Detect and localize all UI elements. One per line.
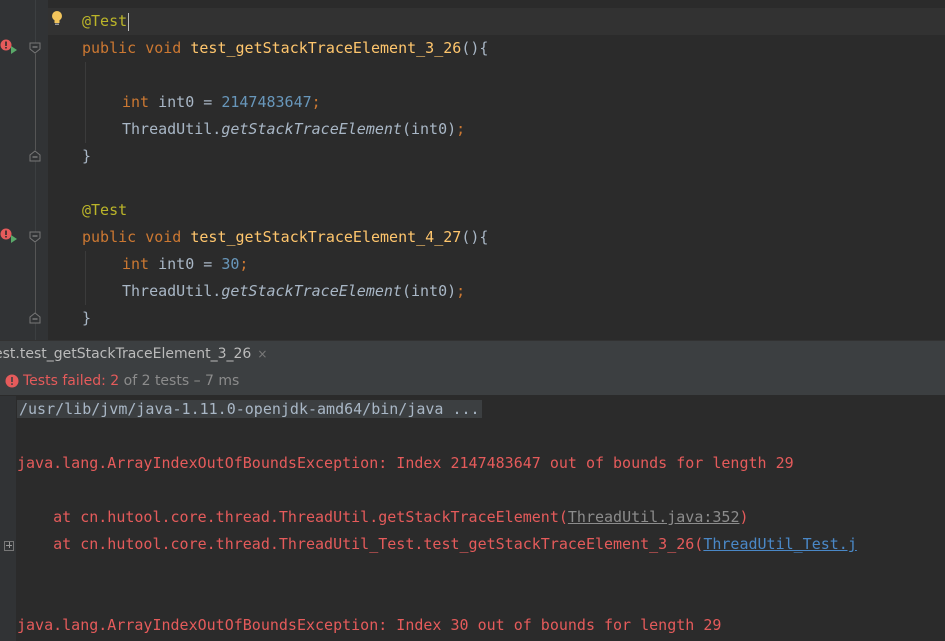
type-token: int: [122, 255, 150, 273]
console-line-exception: java.lang.ArrayIndexOutOfBoundsException…: [17, 612, 721, 639]
console-output[interactable]: /usr/lib/jvm/java-1.11.0-openjdk-amd64/b…: [0, 396, 945, 641]
test-status-text: Tests failed: 2 of 2 tests – 7 ms: [23, 368, 239, 395]
annotation-token: @Test: [82, 201, 128, 219]
punctuation-token: (){: [461, 228, 489, 246]
brace-token: }: [82, 147, 92, 165]
stack-frame-text: at cn.hutool.core.thread.ThreadUtil.getS…: [17, 508, 568, 526]
code-line-annotation[interactable]: @Test: [82, 197, 127, 224]
test-status-bar: Tests failed: 2 of 2 tests – 7 ms: [0, 368, 945, 395]
code-line-closing-brace[interactable]: }: [82, 305, 91, 332]
fold-collapse-icon[interactable]: [29, 231, 41, 243]
method-name-token: test_getStackTraceElement_4_27: [190, 228, 462, 246]
console-line-stack-frame: at cn.hutool.core.thread.ThreadUtil_Test…: [17, 531, 857, 558]
java-command-text[interactable]: /usr/lib/jvm/java-1.11.0-openjdk-amd64/b…: [17, 400, 482, 418]
keyword-token: public: [82, 39, 137, 57]
fold-collapse-icon[interactable]: [29, 42, 41, 54]
console-line-exception: java.lang.ArrayIndexOutOfBoundsException…: [17, 450, 794, 477]
code-line-method-signature[interactable]: public void test_getStackTraceElement_4_…: [82, 224, 488, 251]
code-editor[interactable]: @Test public void test_getStackTraceElem…: [0, 0, 945, 340]
method-name-token: test_getStackTraceElement_3_26: [190, 39, 462, 57]
variable-token: int0: [158, 93, 195, 111]
exception-text: java.lang.ArrayIndexOutOfBoundsException…: [17, 454, 794, 472]
code-line-annotation[interactable]: @Test: [82, 8, 130, 35]
variable-token: int0: [158, 255, 195, 273]
close-icon[interactable]: ×: [257, 347, 267, 361]
text-caret: [128, 12, 130, 31]
semicolon-token: ;: [456, 120, 466, 138]
semicolon-token: ;: [239, 255, 249, 273]
source-link[interactable]: ThreadUtil.java:352: [568, 508, 740, 526]
stack-frame-text: at cn.hutool.core.thread.ThreadUtil_Test…: [17, 535, 704, 553]
fold-region-line: [35, 54, 36, 150]
run-tab[interactable]: est.test_getStackTraceElement_3_26 ×: [0, 341, 267, 368]
arguments-token: (int0): [401, 120, 457, 138]
run-test-failed-icon[interactable]: [0, 227, 20, 245]
run-tab-bar: est.test_getStackTraceElement_3_26 ×: [0, 340, 945, 369]
operator-token: =: [194, 255, 222, 273]
stack-frame-suffix: ): [739, 508, 749, 526]
semicolon-token: ;: [456, 282, 466, 300]
type-token: int: [122, 93, 150, 111]
code-line-closing-brace[interactable]: }: [82, 143, 91, 170]
static-call-token: getStackTraceElement: [221, 282, 402, 300]
lightbulb-icon[interactable]: [50, 10, 64, 28]
keyword-token: public: [82, 228, 137, 246]
class-token: ThreadUtil.: [122, 282, 222, 300]
number-token: 2147483647: [221, 93, 312, 111]
keyword-token: void: [145, 39, 182, 57]
code-line-declaration[interactable]: int int0 = 2147483647;: [122, 89, 321, 116]
tests-summary-label: of 2 tests – 7 ms: [119, 373, 240, 389]
number-token: 30: [221, 255, 240, 273]
keyword-token: void: [145, 228, 182, 246]
tests-failed-label: Tests failed: 2: [23, 373, 120, 389]
punctuation-token: (){: [461, 39, 489, 57]
semicolon-token: ;: [311, 93, 321, 111]
error-icon: [5, 374, 19, 388]
console-line-command[interactable]: /usr/lib/jvm/java-1.11.0-openjdk-amd64/b…: [17, 396, 482, 423]
console-gutter: [0, 396, 16, 641]
indent-guide: [85, 251, 86, 305]
console-line-stack-frame: at cn.hutool.core.thread.ThreadUtil.getS…: [17, 504, 749, 531]
annotation-token: @Test: [82, 12, 128, 30]
brace-token: }: [82, 309, 92, 327]
static-call-token: getStackTraceElement: [221, 120, 402, 138]
fold-region-line: [35, 243, 36, 313]
run-tab-label: est.test_getStackTraceElement_3_26: [0, 346, 252, 362]
current-line-highlight: [48, 8, 945, 35]
arguments-token: (int0): [401, 282, 457, 300]
exception-text: java.lang.ArrayIndexOutOfBoundsException…: [17, 616, 722, 634]
run-test-failed-icon[interactable]: [0, 38, 20, 56]
class-token: ThreadUtil.: [122, 120, 222, 138]
code-line-call[interactable]: ThreadUtil.getStackTraceElement(int0);: [122, 116, 465, 143]
fold-end-icon[interactable]: [29, 150, 41, 162]
indent-guide: [85, 62, 86, 143]
code-line-call[interactable]: ThreadUtil.getStackTraceElement(int0);: [122, 278, 465, 305]
expand-stacktrace-icon[interactable]: [4, 541, 14, 551]
operator-token: =: [194, 93, 222, 111]
fold-end-icon[interactable]: [29, 312, 41, 324]
code-line-method-signature[interactable]: public void test_getStackTraceElement_3_…: [82, 35, 488, 62]
source-link[interactable]: ThreadUtil_Test.j: [703, 535, 857, 553]
code-line-declaration[interactable]: int int0 = 30;: [122, 251, 248, 278]
